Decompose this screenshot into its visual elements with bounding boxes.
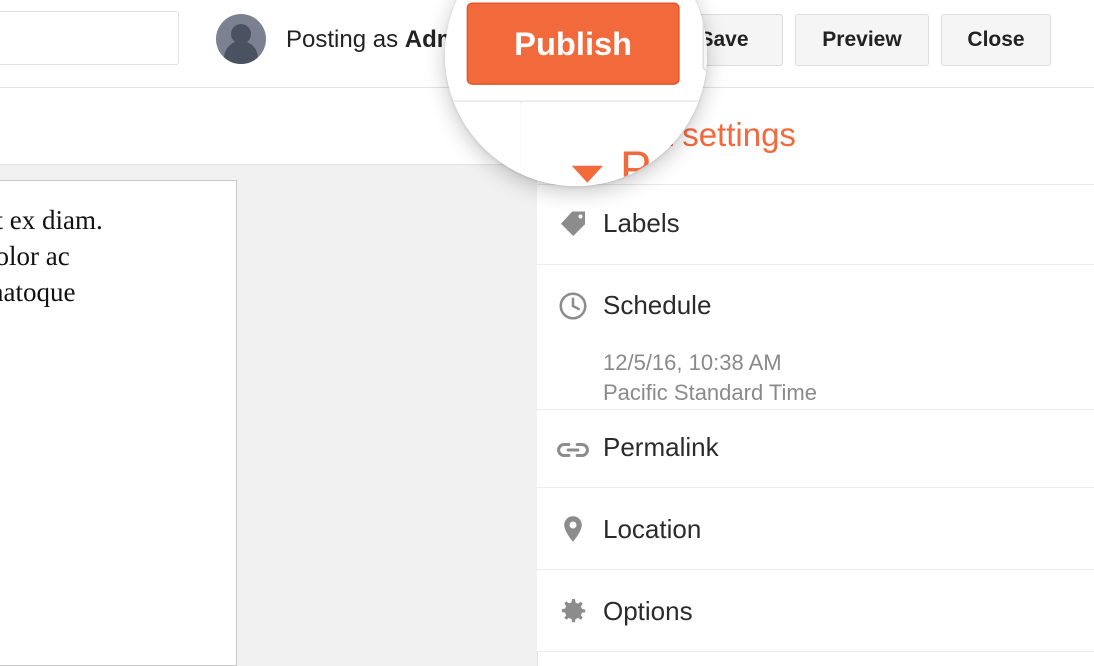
body-line: natoque <box>0 277 76 307</box>
panel-row-label: Labels <box>603 208 680 238</box>
page-scene: Posting as Admin Publish Save Preview Cl… <box>445 0 707 186</box>
link-icon <box>557 442 589 458</box>
app-root: Posting as Admin Publish Save Preview Cl… <box>0 0 1094 666</box>
post-settings-header[interactable]: Post settings <box>520 103 707 186</box>
posting-as-prefix: Posting as <box>286 26 405 53</box>
tag-icon <box>561 211 585 236</box>
body-line: dolor ac <box>0 241 70 271</box>
magnifier-lens-content: Posting as Admin Publish Save Preview Cl… <box>445 0 707 186</box>
panel-row-label: Schedule <box>603 290 712 320</box>
publish-button[interactable]: Publish <box>466 2 680 85</box>
user-avatar-icon <box>216 14 266 64</box>
gear-icon <box>561 599 586 623</box>
clock-icon <box>559 292 587 320</box>
close-button[interactable]: Close <box>941 14 1051 66</box>
preview-button[interactable]: Preview <box>795 14 929 66</box>
location-pin-icon <box>564 516 582 542</box>
post-title-input[interactable] <box>0 11 179 65</box>
save-button[interactable]: Save <box>702 0 707 71</box>
schedule-datetime: 12/5/16, 10:38 AM <box>603 350 782 375</box>
magnifier-lens: Posting as Admin Publish Save Preview Cl… <box>445 0 707 186</box>
schedule-timezone: Pacific Standard Time <box>603 380 817 405</box>
panel-row-label: Permalink <box>603 432 719 462</box>
panel-row-divider <box>537 651 1094 652</box>
panel-row-label: Options <box>603 596 693 626</box>
panel-row-label: Location <box>603 514 702 544</box>
caret-down-icon[interactable] <box>571 165 603 183</box>
body-line: ut ex diam. <box>0 205 103 235</box>
avatar-body <box>224 41 258 64</box>
post-settings-title: Post settings <box>620 141 707 186</box>
editor-header: Posting as Admin Publish Save Preview Cl… <box>445 0 707 102</box>
editor-body-text[interactable]: ut ex diam. dolor ac natoque <box>0 202 232 310</box>
